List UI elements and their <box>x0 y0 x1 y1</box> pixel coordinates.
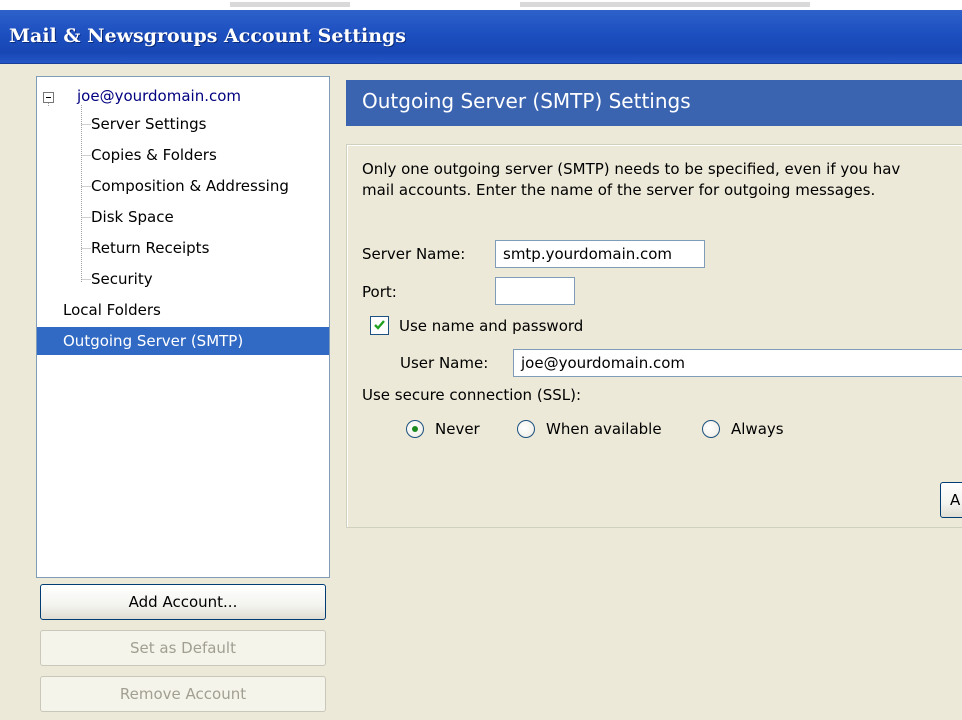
remove-account-button[interactable]: Remove Account <box>40 676 326 712</box>
server-name-input[interactable]: smtp.yourdomain.com <box>495 240 705 268</box>
tree-item-label: Security <box>91 270 153 288</box>
advanced-button-partial[interactable]: A <box>940 482 962 518</box>
page-title: Outgoing Server (SMTP) Settings <box>362 89 691 113</box>
settings-header: Outgoing Server (SMTP) Settings <box>346 80 962 126</box>
background-window-strip <box>0 0 962 10</box>
tree-item-composition-addressing[interactable]: Composition & Addressing <box>91 172 289 200</box>
ssl-always-label[interactable]: Always <box>731 420 784 438</box>
account-label: joe@yourdomain.com <box>77 87 242 105</box>
tree-item-label: Disk Space <box>91 208 174 226</box>
tree-item-disk-space[interactable]: Disk Space <box>91 203 174 231</box>
tree-item-label: Return Receipts <box>91 239 210 257</box>
tree-item-label: Composition & Addressing <box>91 177 289 195</box>
add-account-button[interactable]: Add Account... <box>40 584 326 620</box>
set-as-default-button[interactable]: Set as Default <box>40 630 326 666</box>
tree-item-outgoing-server[interactable]: Outgoing Server (SMTP) <box>37 327 329 355</box>
use-name-password-checkbox[interactable] <box>370 316 389 335</box>
user-name-input[interactable]: joe@yourdomain.com <box>513 349 962 377</box>
user-name-label: User Name: <box>400 354 489 372</box>
ssl-never-radio[interactable] <box>406 420 424 438</box>
server-name-label: Server Name: <box>362 245 466 263</box>
tree-item-server-settings[interactable]: Server Settings <box>91 110 206 138</box>
tree-item-label: Copies & Folders <box>91 146 217 164</box>
ssl-never-label[interactable]: Never <box>435 420 480 438</box>
ssl-label: Use secure connection (SSL): <box>362 386 581 404</box>
tree-item-label: Outgoing Server (SMTP) <box>63 332 244 350</box>
collapse-icon[interactable] <box>43 92 54 103</box>
window-title: Mail & Newsgroups Account Settings <box>9 25 406 47</box>
smtp-settings-group <box>346 144 962 528</box>
ssl-when-available-label[interactable]: When available <box>546 420 662 438</box>
ssl-when-available-radio[interactable] <box>517 420 535 438</box>
ssl-always-radio[interactable] <box>702 420 720 438</box>
tree-item-return-receipts[interactable]: Return Receipts <box>91 234 209 262</box>
use-name-password-label[interactable]: Use name and password <box>399 317 583 335</box>
tree-item-account[interactable]: joe@yourdomain.com <box>37 82 329 110</box>
description-line-2: mail accounts. Enter the name of the ser… <box>362 181 876 199</box>
port-input[interactable] <box>495 277 575 305</box>
tree-item-label: Local Folders <box>63 301 161 319</box>
tree-item-label: Server Settings <box>91 115 207 133</box>
title-bar[interactable]: Mail & Newsgroups Account Settings <box>0 10 962 64</box>
account-tree[interactable]: joe@yourdomain.com Server Settings Copie… <box>36 76 330 578</box>
tree-item-security[interactable]: Security <box>91 265 153 293</box>
tree-item-copies-folders[interactable]: Copies & Folders <box>91 141 217 169</box>
description-line-1: Only one outgoing server (SMTP) needs to… <box>362 160 901 178</box>
port-label: Port: <box>362 283 397 301</box>
account-settings-window: Mail & Newsgroups Account Settings joe@y… <box>0 0 962 720</box>
checkmark-icon <box>374 320 385 330</box>
tree-item-local-folders[interactable]: Local Folders <box>63 296 161 324</box>
